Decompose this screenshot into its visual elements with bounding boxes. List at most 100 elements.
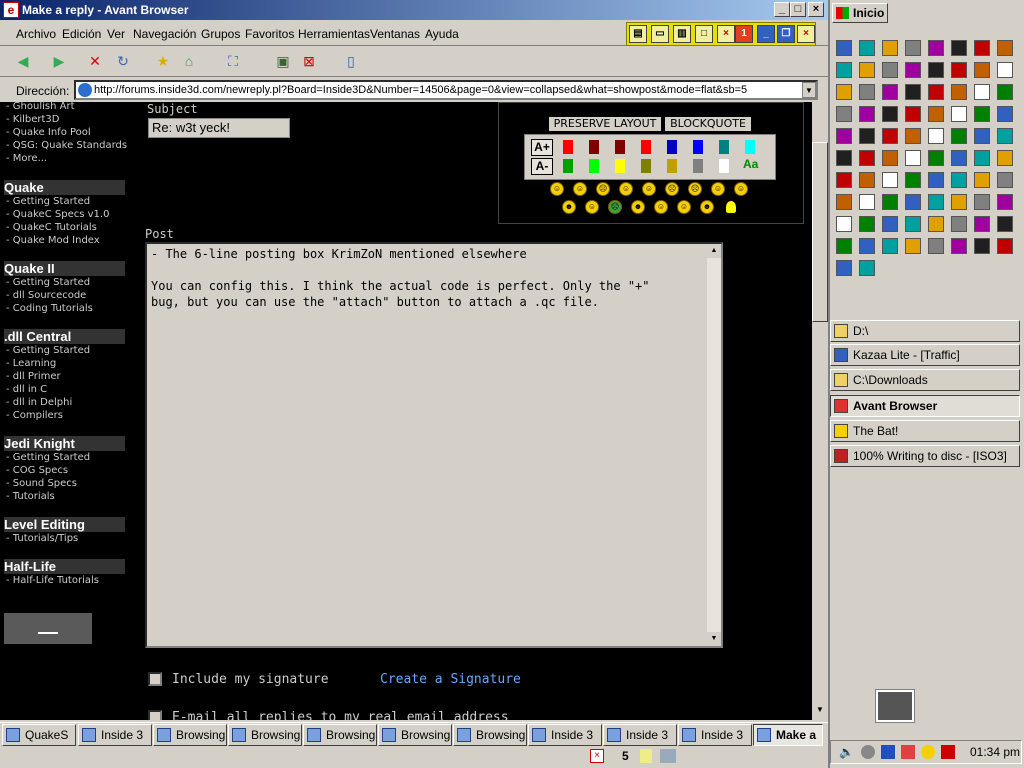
close-button[interactable]: × (808, 2, 824, 17)
quick-launch-icon[interactable] (836, 40, 852, 56)
smiley-icon[interactable]: ☺ (550, 182, 564, 196)
quick-launch-icon[interactable] (997, 172, 1013, 188)
sidebar-link[interactable]: - QSG: Quake Standards (6, 140, 127, 151)
quick-launch-icon[interactable] (836, 238, 852, 254)
quick-launch-icon[interactable] (997, 84, 1013, 100)
quick-launch-icon[interactable] (951, 194, 967, 210)
quick-launch-icon[interactable] (882, 172, 898, 188)
quick-launch-icon[interactable] (951, 40, 967, 56)
quick-launch-icon[interactable] (974, 128, 990, 144)
browser-tab[interactable]: Inside 3 (528, 724, 602, 746)
color-swatch[interactable] (693, 159, 703, 173)
stop-icon[interactable]: ✕ (84, 51, 106, 73)
quick-launch-icon[interactable] (997, 194, 1013, 210)
create-signature-link[interactable]: Create a Signature (380, 672, 521, 687)
sidebar-link[interactable]: - dll in C (6, 384, 47, 395)
quick-launch-icon[interactable] (928, 150, 944, 166)
quick-launch-icon[interactable] (951, 216, 967, 232)
tray-avant-icon[interactable] (901, 745, 915, 759)
restore-tab-icon[interactable]: ❐ (777, 25, 795, 43)
sidebar-link[interactable]: - COG Specs (6, 465, 68, 476)
sidebar-link[interactable]: - dll Primer (6, 371, 61, 382)
quick-launch-icon[interactable] (882, 106, 898, 122)
sidebar-link[interactable]: - dll Sourcecode (6, 290, 86, 301)
quick-launch-icon[interactable] (859, 216, 875, 232)
sidebar-link[interactable]: - Tutorials/Tips (6, 533, 78, 544)
quick-launch-icon[interactable] (882, 216, 898, 232)
preserve-layout-button[interactable]: PRESERVE LAYOUT (548, 116, 662, 132)
menu-navegacion[interactable]: Navegación (133, 27, 196, 41)
smiley-icon[interactable]: ☺ (573, 182, 587, 196)
quick-launch-icon[interactable] (836, 84, 852, 100)
browser-tab[interactable]: Browsing (228, 724, 302, 746)
menu-archivo[interactable]: Archivo (16, 27, 56, 41)
quick-launch-icon[interactable] (951, 84, 967, 100)
smiley-icon[interactable]: ☻ (562, 200, 576, 214)
quick-launch-icon[interactable] (905, 172, 921, 188)
quick-launch-icon[interactable] (836, 106, 852, 122)
smiley-icon[interactable]: ☹ (665, 182, 679, 196)
tray-app-icon[interactable] (861, 745, 875, 759)
smiley-icon[interactable]: ☻ (700, 200, 714, 214)
smiley-icon[interactable]: ☺ (734, 182, 748, 196)
tray-bat-icon[interactable] (921, 745, 935, 759)
post-scrollbar[interactable]: ▲ ▼ (707, 244, 721, 646)
sidebar-link[interactable]: - Coding Tutorials (6, 303, 93, 314)
quick-launch-icon[interactable] (974, 106, 990, 122)
color-swatch[interactable] (589, 140, 599, 154)
lightbulb-icon[interactable] (726, 201, 736, 213)
menu-ayuda[interactable]: Ayuda (425, 27, 459, 41)
quick-launch-icon[interactable] (836, 194, 852, 210)
quick-launch-icon[interactable] (882, 62, 898, 78)
quick-launch-icon[interactable] (882, 194, 898, 210)
window-icon[interactable]: □ (695, 25, 713, 43)
browser-tab[interactable]: QuakeS (2, 724, 76, 746)
scroll-thumb[interactable] (812, 142, 828, 322)
single-window-icon[interactable]: 1 (735, 25, 753, 43)
quick-launch-icon[interactable] (905, 62, 921, 78)
blockquote-button[interactable]: BLOCKQUOTE (664, 116, 752, 132)
side-task-button[interactable]: C:\Downloads (830, 369, 1020, 391)
quick-launch-icon[interactable] (859, 150, 875, 166)
browser-tab[interactable]: Make a (753, 724, 823, 746)
scroll-up-icon[interactable]: ▲ (707, 244, 721, 258)
color-swatch[interactable] (719, 159, 729, 173)
side-task-button[interactable]: Kazaa Lite - [Traffic] (830, 344, 1020, 366)
back-icon[interactable]: ◀ (12, 51, 34, 73)
menu-herramientas[interactable]: Herramientas (298, 27, 370, 41)
quick-launch-icon[interactable] (997, 62, 1013, 78)
browser-tab[interactable]: Inside 3 (603, 724, 677, 746)
quick-launch-icon[interactable] (905, 40, 921, 56)
tile-vertical-icon[interactable]: ▥ (673, 25, 691, 43)
quick-launch-icon[interactable] (905, 238, 921, 254)
browser-tab[interactable]: Browsing (153, 724, 227, 746)
color-swatch[interactable] (745, 140, 755, 154)
quick-launch-icon[interactable] (859, 194, 875, 210)
menu-ventanas[interactable]: Ventanas (370, 27, 420, 41)
side-task-button[interactable]: D:\ (830, 320, 1020, 342)
browser-tab[interactable]: Inside 3 (78, 724, 152, 746)
menu-edicion[interactable]: Edición (62, 27, 101, 41)
sidebar-link[interactable]: - dll in Delphi (6, 397, 72, 408)
quick-launch-icon[interactable] (859, 62, 875, 78)
sidebar-link[interactable]: - Getting Started (6, 345, 90, 356)
quick-launch-icon[interactable] (836, 62, 852, 78)
browser-tab[interactable]: Browsing (303, 724, 377, 746)
quick-launch-icon[interactable] (905, 150, 921, 166)
menu-ver[interactable]: Ver (107, 27, 125, 41)
quick-launch-icon[interactable] (836, 260, 852, 276)
quick-launch-icon[interactable] (928, 172, 944, 188)
color-swatch[interactable] (615, 159, 625, 173)
smiley-icon[interactable]: ☺ (585, 200, 599, 214)
address-dropdown-icon[interactable]: ▼ (802, 82, 816, 98)
color-swatch[interactable] (641, 159, 651, 173)
quick-launch-icon[interactable] (997, 40, 1013, 56)
maximize-button[interactable]: □ (790, 2, 806, 17)
quick-launch-icon[interactable] (905, 128, 921, 144)
quick-launch-icon[interactable] (974, 194, 990, 210)
quick-launch-icon[interactable] (951, 106, 967, 122)
quick-launch-icon[interactable] (928, 40, 944, 56)
color-swatch[interactable] (589, 159, 599, 173)
sidebar-link[interactable]: - Tutorials (6, 491, 55, 502)
quick-launch-icon[interactable] (905, 84, 921, 100)
